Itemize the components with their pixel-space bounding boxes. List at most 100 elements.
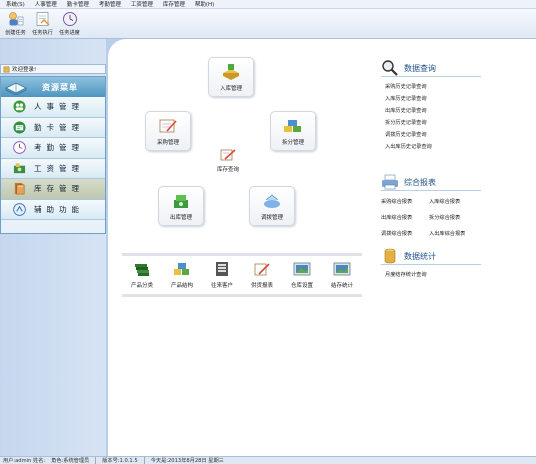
product-structure-button[interactable]: 产品结构 <box>171 261 193 289</box>
report-link-in-out[interactable]: 入出库综合报表 <box>429 226 481 242</box>
welcome-text: 欢迎登录! <box>12 67 37 73</box>
inbound-button[interactable]: 入库管理 <box>208 57 254 97</box>
warehouse-settings-label: 仓库设置 <box>290 283 313 289</box>
product-structure-label: 产品结构 <box>170 283 193 289</box>
supply-report-label: 供货报表 <box>250 283 273 289</box>
nav-menu: 资源菜单 人事管理 勤卡管理 考勤管理 工资管理 库存管理 辅助功能 <box>0 76 106 234</box>
nav-header: 资源菜单 <box>1 77 105 97</box>
execute-task-button[interactable]: 任务执行 <box>29 9 56 39</box>
nav-item-card[interactable]: 勤卡管理 <box>1 117 105 138</box>
transfer-button[interactable]: 调拨管理 <box>249 186 295 226</box>
nav-item-salary[interactable]: 工资管理 <box>1 158 105 179</box>
stock-statistics-label: 结存统计 <box>330 283 353 289</box>
execute-task-icon <box>36 12 49 26</box>
task-progress-label: 任务进度 <box>59 30 80 36</box>
nav-item-label: 考勤管理 <box>34 143 84 153</box>
warehouse-settings-button[interactable]: 仓库设置 <box>291 261 313 289</box>
purchase-button[interactable]: 采购管理 <box>145 111 191 151</box>
statistics-header: 数据统计 <box>381 247 481 265</box>
stock-query-label: 库存查询 <box>217 167 240 173</box>
nav-item-label: 勤卡管理 <box>34 122 84 132</box>
query-link-split[interactable]: 拆分历史记录查询 <box>381 117 481 129</box>
nav-item-label: 人事管理 <box>34 102 84 112</box>
nav-item-label: 工资管理 <box>34 163 84 173</box>
report-link-inbound[interactable]: 入库综合报表 <box>429 194 481 210</box>
purchase-icon <box>159 119 177 132</box>
nav-item-attendance[interactable]: 考勤管理 <box>1 138 105 159</box>
assist-icon <box>13 202 26 216</box>
nav-item-label: 库存管理 <box>34 184 84 194</box>
statistics-title: 数据统计 <box>404 252 436 261</box>
status-role: 角色:系统管理员 <box>51 458 90 464</box>
query-link-outbound[interactable]: 出库历史记录查询 <box>381 105 481 117</box>
purchase-label: 采购管理 <box>156 139 179 146</box>
card-icon <box>13 121 26 134</box>
report-link-split[interactable]: 拆分综合报表 <box>429 210 481 226</box>
transfer-icon <box>264 194 280 208</box>
data-query-links: 采购历史记录查询 入库历史记录查询 出库历史记录查询 拆分历史记录查询 调拨历史… <box>381 77 481 153</box>
data-query-section: 数据查询 采购历史记录查询 入库历史记录查询 出库历史记录查询 拆分历史记录查询… <box>381 59 481 153</box>
menu-salary[interactable]: 工资管理 <box>131 0 153 8</box>
status-separator <box>143 457 145 464</box>
menu-inventory[interactable]: 库存管理 <box>163 0 185 8</box>
execute-task-label: 任务执行 <box>32 30 53 36</box>
reports-links: 采购综合报表 入库综合报表 出库综合报表 拆分综合报表 调拨综合报表 入出库综合… <box>381 191 481 242</box>
nav-item-assist[interactable]: 辅助功能 <box>1 199 105 220</box>
stock-query-icon <box>220 149 236 161</box>
stock-query-button[interactable]: 库存查询 <box>217 147 239 173</box>
nav-item-inventory[interactable]: 库存管理 <box>1 179 105 200</box>
reports-header: 综合报表 <box>381 173 481 191</box>
menu-help[interactable]: 帮助(H) <box>195 0 214 8</box>
nav-item-personnel[interactable]: 人事管理 <box>1 97 105 118</box>
stock-statistics-button[interactable]: 结存统计 <box>331 261 353 289</box>
outbound-icon <box>174 194 188 208</box>
status-date: 今天是:2013年8月28日 星期三 <box>150 458 224 464</box>
outbound-label: 出库管理 <box>169 214 192 221</box>
status-user: 用户:admin 姓名: <box>3 458 46 464</box>
inventory-icon <box>14 183 25 195</box>
query-link-inbound[interactable]: 入库历史记录查询 <box>381 93 481 105</box>
stock-statistics-icon <box>333 262 351 276</box>
menu-personnel[interactable]: 人事管理 <box>35 0 57 8</box>
split-label: 拆分管理 <box>281 139 304 146</box>
task-progress-button[interactable]: 任务进度 <box>56 9 83 39</box>
customers-icon <box>215 262 228 276</box>
menu-bar: 系统(S) 人事管理 勤卡管理 考勤管理 工资管理 库存管理 帮助(H) <box>0 0 536 9</box>
supply-report-button[interactable]: 供货报表 <box>251 261 273 289</box>
customers-label: 往来客户 <box>210 283 233 289</box>
welcome-icon <box>3 66 10 72</box>
create-task-button[interactable]: 创建任务 <box>2 9 29 39</box>
query-link-transfer[interactable]: 调拨历史记录查询 <box>381 129 481 141</box>
product-category-icon <box>134 264 149 276</box>
split-icon <box>284 119 301 132</box>
main-area: 入库管理 采购管理 拆分管理 库存查询 出库管理 调拨管理 产品分类 产品结构 … <box>108 39 536 456</box>
product-category-button[interactable]: 产品分类 <box>131 261 153 289</box>
query-link-purchase[interactable]: 采购历史记录查询 <box>381 81 481 93</box>
customers-button[interactable]: 往来客户 <box>211 261 233 289</box>
magnifier-icon <box>382 60 398 76</box>
stats-link-monthly[interactable]: 月度结存统计查询 <box>381 269 481 281</box>
status-version: 版本号:1.0.1.5 <box>102 458 138 464</box>
salary-icon <box>13 163 26 173</box>
toolbar: 创建任务 任务执行 任务进度 <box>0 9 536 39</box>
welcome-bar: 欢迎登录! <box>0 64 106 74</box>
menu-card[interactable]: 勤卡管理 <box>67 0 89 8</box>
report-link-outbound[interactable]: 出库综合报表 <box>381 210 429 226</box>
report-link-transfer[interactable]: 调拨综合报表 <box>381 226 429 242</box>
data-query-title: 数据查询 <box>404 64 436 73</box>
query-link-in-out[interactable]: 入出库历史记录查询 <box>381 141 481 153</box>
outbound-button[interactable]: 出库管理 <box>158 186 204 226</box>
clock-icon <box>13 141 26 155</box>
menu-attendance[interactable]: 考勤管理 <box>99 0 121 8</box>
nav-header-title: 资源菜单 <box>42 82 78 92</box>
base-data-bar: 产品分类 产品结构 往来客户 供货报表 仓库设置 结存统计 <box>122 253 362 297</box>
menu-system[interactable]: 系统(S) <box>6 0 25 8</box>
reports-title: 综合报表 <box>404 178 436 187</box>
product-structure-icon <box>173 263 189 275</box>
status-bar: 用户:admin 姓名: 角色:系统管理员 版本号:1.0.1.5 今天是:20… <box>0 456 536 464</box>
nav-item-label: 辅助功能 <box>34 204 84 214</box>
split-button[interactable]: 拆分管理 <box>270 111 316 151</box>
report-link-purchase[interactable]: 采购综合报表 <box>381 194 429 210</box>
transfer-label: 调拨管理 <box>260 214 283 221</box>
statistics-section: 数据统计 月度结存统计查询 <box>381 247 481 281</box>
